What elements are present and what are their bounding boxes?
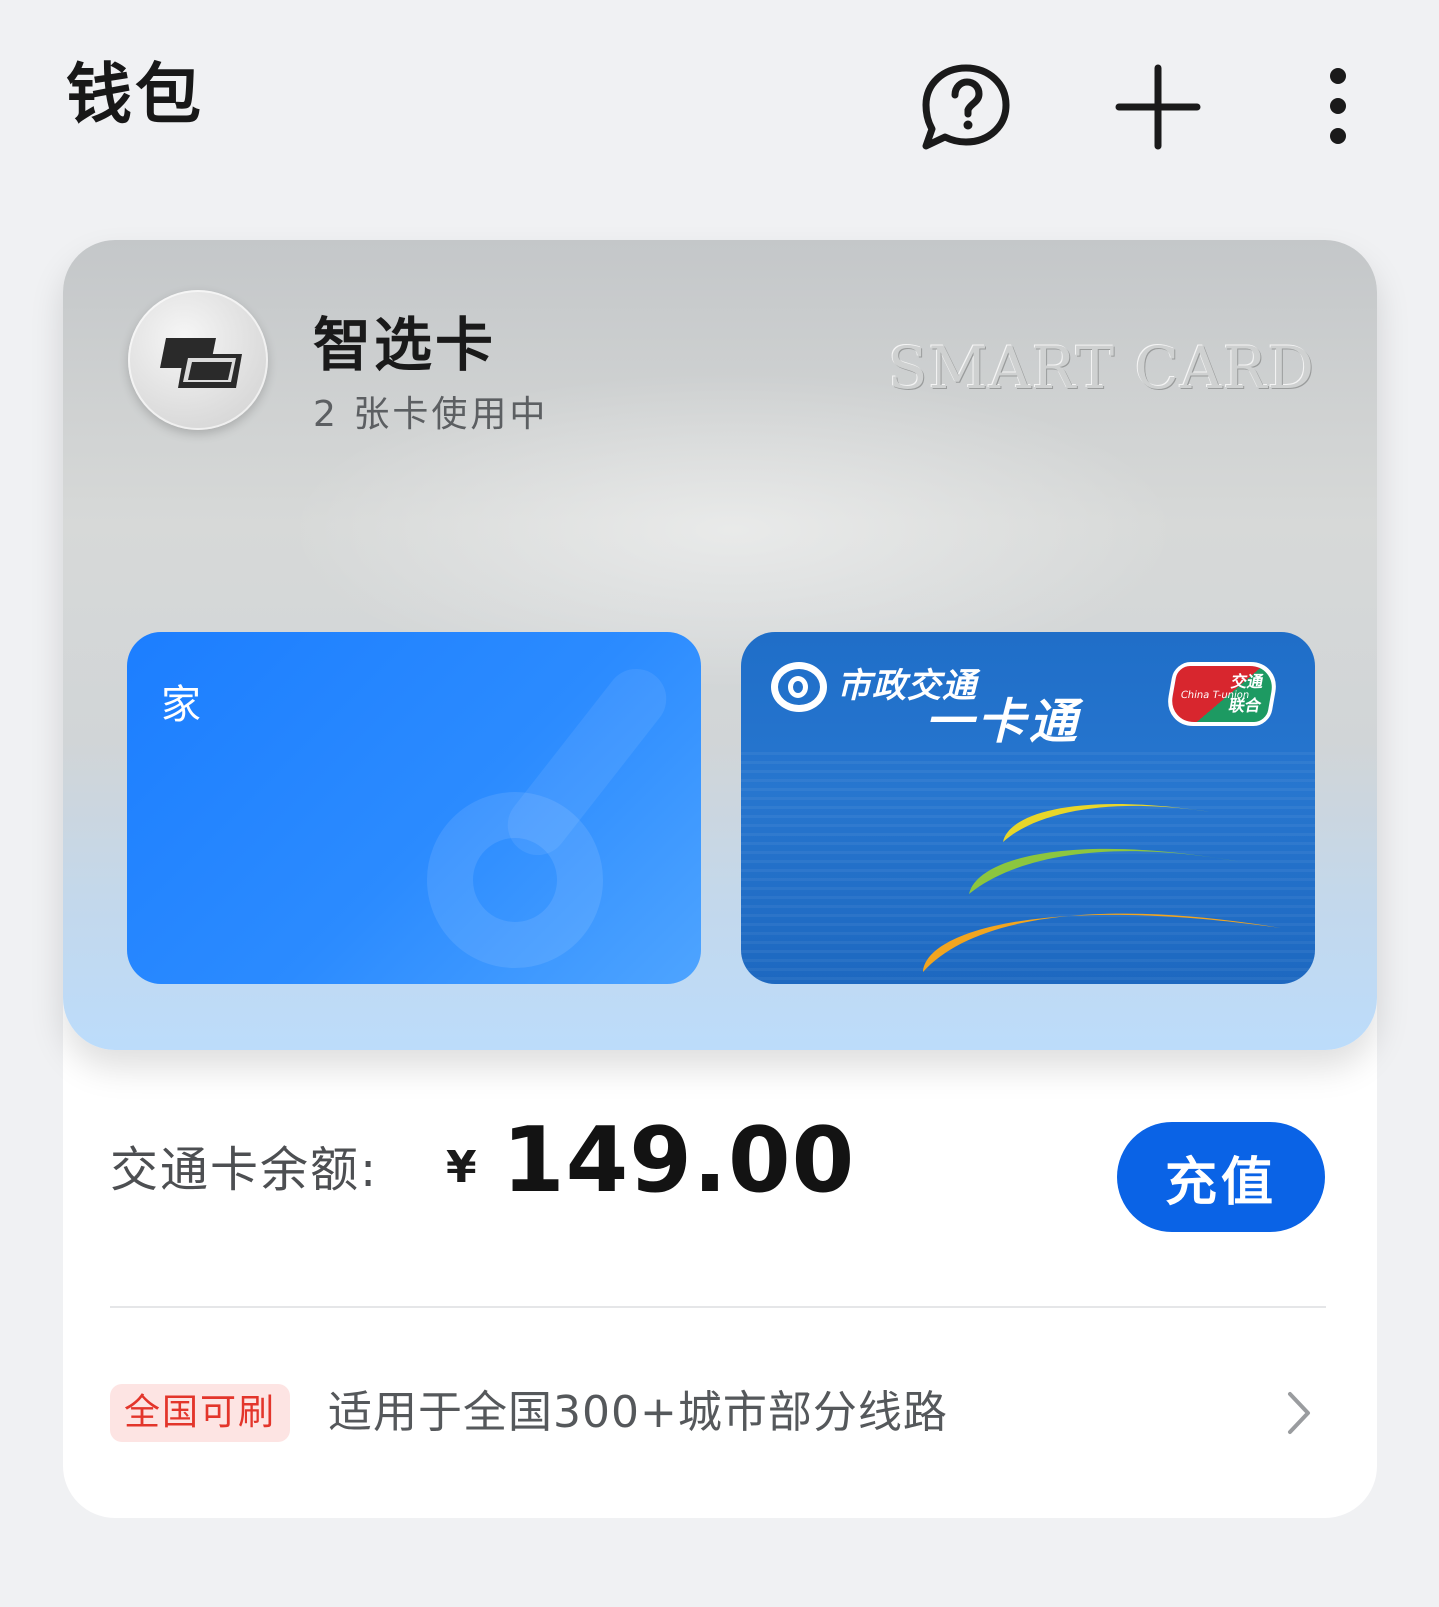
recharge-button[interactable]: 充值 [1117, 1122, 1325, 1232]
t-union-logo: 交通 China T-union 联合 [1163, 662, 1281, 726]
stacked-cards-icon [160, 338, 242, 388]
beijing-transit-logo [771, 662, 827, 712]
coverage-description[interactable]: 适用于全国300+城市部分线路 [328, 1384, 948, 1442]
add-card-button[interactable] [1115, 64, 1201, 150]
t-union-text-bottom: 联合 [1227, 696, 1263, 715]
balance-amount: 149.00 [502, 1108, 856, 1213]
smart-card-name: 智选卡 [313, 311, 497, 379]
transit-card[interactable]: 市政交通 一卡通 交通 China T-union 联合 [741, 632, 1315, 984]
t-union-text-top: 交通 [1229, 672, 1265, 691]
balance-label: 交通卡余额: [110, 1142, 379, 1198]
help-button[interactable] [918, 62, 1014, 152]
more-vertical-icon [1330, 68, 1346, 144]
smart-card-banner[interactable]: 智选卡 2 张卡使用中 SMART CARD 家 市政交通 一卡通 交通 Chi… [63, 240, 1377, 1050]
help-chat-icon [922, 64, 1010, 150]
home-key-card[interactable]: 家 [127, 632, 701, 984]
chevron-right-icon[interactable] [1284, 1388, 1314, 1438]
smart-card-watermark: SMART CARD [887, 334, 1315, 402]
coverage-badge: 全国可刷 [110, 1384, 291, 1442]
transit-card-name-line2: 一卡通 [925, 694, 1082, 750]
key-ring-decoration [427, 792, 603, 968]
smart-card-status: 2 张卡使用中 [313, 394, 549, 435]
home-card-label: 家 [161, 682, 201, 728]
smart-card-logo [128, 290, 268, 430]
plus-icon [1115, 64, 1201, 150]
currency-symbol: ¥ [446, 1142, 477, 1193]
divider [110, 1306, 1326, 1308]
page-title: 钱包 [66, 56, 204, 133]
more-options-button[interactable] [1320, 66, 1360, 148]
